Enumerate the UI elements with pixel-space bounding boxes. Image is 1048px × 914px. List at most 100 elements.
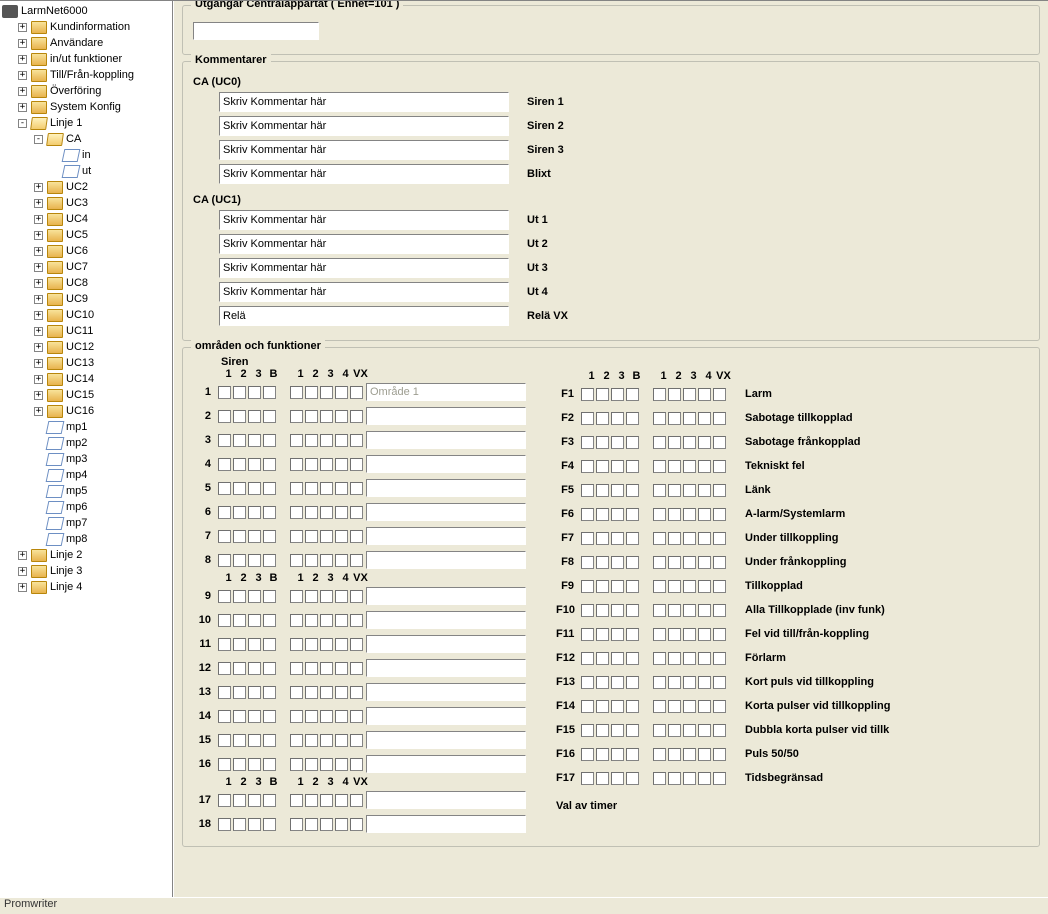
tree-row[interactable]: +UC12 <box>34 339 172 355</box>
checkbox[interactable] <box>290 458 303 471</box>
checkbox[interactable] <box>698 484 711 497</box>
checkbox[interactable] <box>218 410 231 423</box>
tree-row[interactable]: mp1 <box>34 419 172 435</box>
checkbox[interactable] <box>581 652 594 665</box>
area-name-input[interactable] <box>366 683 526 701</box>
checkbox[interactable] <box>698 412 711 425</box>
tree-row[interactable]: in <box>50 147 172 163</box>
checkbox[interactable] <box>698 460 711 473</box>
checkbox[interactable] <box>611 628 624 641</box>
checkbox[interactable] <box>305 410 318 423</box>
checkbox[interactable] <box>683 580 696 593</box>
checkbox[interactable] <box>320 614 333 627</box>
tree-expander[interactable]: + <box>34 199 43 208</box>
checkbox[interactable] <box>626 628 639 641</box>
checkbox[interactable] <box>581 508 594 521</box>
checkbox[interactable] <box>350 818 363 831</box>
checkbox[interactable] <box>611 532 624 545</box>
checkbox[interactable] <box>290 590 303 603</box>
tree-row[interactable]: +System Konfig <box>18 99 172 115</box>
checkbox[interactable] <box>305 758 318 771</box>
checkbox[interactable] <box>611 748 624 761</box>
checkbox[interactable] <box>350 530 363 543</box>
checkbox[interactable] <box>248 434 261 447</box>
checkbox[interactable] <box>335 710 348 723</box>
checkbox[interactable] <box>653 700 666 713</box>
checkbox[interactable] <box>653 652 666 665</box>
checkbox[interactable] <box>290 506 303 519</box>
checkbox[interactable] <box>668 580 681 593</box>
checkbox[interactable] <box>218 758 231 771</box>
checkbox[interactable] <box>581 628 594 641</box>
checkbox[interactable] <box>350 590 363 603</box>
checkbox[interactable] <box>218 386 231 399</box>
checkbox[interactable] <box>611 508 624 521</box>
checkbox[interactable] <box>290 410 303 423</box>
checkbox[interactable] <box>683 484 696 497</box>
tree-row[interactable]: +Kundinformation <box>18 19 172 35</box>
tree-row[interactable]: +UC10 <box>34 307 172 323</box>
checkbox[interactable] <box>305 386 318 399</box>
checkbox[interactable] <box>233 662 246 675</box>
checkbox[interactable] <box>668 628 681 641</box>
checkbox[interactable] <box>713 460 726 473</box>
tree-row[interactable]: +Linje 2 <box>18 547 172 563</box>
checkbox[interactable] <box>350 554 363 567</box>
checkbox[interactable] <box>350 458 363 471</box>
checkbox[interactable] <box>626 724 639 737</box>
checkbox[interactable] <box>596 604 609 617</box>
checkbox[interactable] <box>248 482 261 495</box>
checkbox[interactable] <box>305 794 318 807</box>
checkbox[interactable] <box>596 436 609 449</box>
tree-row[interactable]: mp3 <box>34 451 172 467</box>
checkbox[interactable] <box>263 410 276 423</box>
checkbox[interactable] <box>668 388 681 401</box>
checkbox[interactable] <box>668 748 681 761</box>
checkbox[interactable] <box>698 388 711 401</box>
checkbox[interactable] <box>596 580 609 593</box>
checkbox[interactable] <box>581 556 594 569</box>
checkbox[interactable] <box>335 758 348 771</box>
checkbox[interactable] <box>626 604 639 617</box>
checkbox[interactable] <box>218 794 231 807</box>
checkbox[interactable] <box>668 676 681 689</box>
checkbox[interactable] <box>596 748 609 761</box>
checkbox[interactable] <box>350 638 363 651</box>
checkbox[interactable] <box>611 484 624 497</box>
checkbox[interactable] <box>320 686 333 699</box>
checkbox[interactable] <box>626 484 639 497</box>
checkbox[interactable] <box>290 482 303 495</box>
checkbox[interactable] <box>335 662 348 675</box>
checkbox[interactable] <box>653 604 666 617</box>
area-name-input[interactable] <box>366 659 526 677</box>
comment-input[interactable] <box>219 258 509 278</box>
checkbox[interactable] <box>698 772 711 785</box>
checkbox[interactable] <box>698 556 711 569</box>
checkbox[interactable] <box>668 700 681 713</box>
area-name-input[interactable] <box>366 755 526 773</box>
checkbox[interactable] <box>335 458 348 471</box>
checkbox[interactable] <box>335 434 348 447</box>
checkbox[interactable] <box>626 652 639 665</box>
checkbox[interactable] <box>713 580 726 593</box>
checkbox[interactable] <box>320 734 333 747</box>
checkbox[interactable] <box>335 734 348 747</box>
checkbox[interactable] <box>668 652 681 665</box>
tree-row[interactable]: +UC14 <box>34 371 172 387</box>
checkbox[interactable] <box>713 748 726 761</box>
checkbox[interactable] <box>713 604 726 617</box>
checkbox[interactable] <box>320 554 333 567</box>
checkbox[interactable] <box>653 484 666 497</box>
checkbox[interactable] <box>218 686 231 699</box>
checkbox[interactable] <box>305 506 318 519</box>
tree-expander[interactable]: + <box>18 55 27 64</box>
checkbox[interactable] <box>668 604 681 617</box>
checkbox[interactable] <box>581 484 594 497</box>
checkbox[interactable] <box>581 388 594 401</box>
checkbox[interactable] <box>596 628 609 641</box>
checkbox[interactable] <box>626 676 639 689</box>
tree-row[interactable]: +UC13 <box>34 355 172 371</box>
checkbox[interactable] <box>320 530 333 543</box>
checkbox[interactable] <box>320 434 333 447</box>
area-name-input[interactable] <box>366 611 526 629</box>
